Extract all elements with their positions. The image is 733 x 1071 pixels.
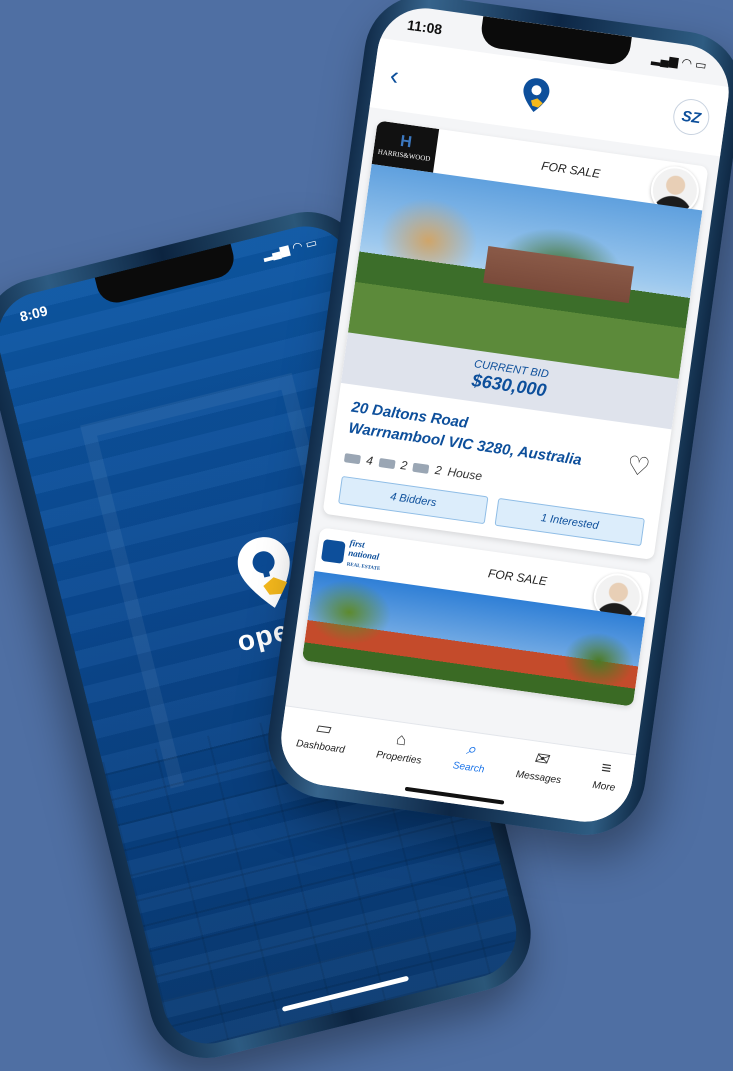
car-icon bbox=[412, 462, 430, 474]
agency-logo-mark: H bbox=[399, 132, 413, 152]
openn-pin-icon bbox=[523, 78, 550, 113]
tab-label: More bbox=[591, 779, 616, 794]
agency-name-line-3: REAL ESTATE bbox=[346, 561, 381, 572]
listing-card[interactable]: first national REAL ESTATE FOR SALE bbox=[301, 527, 652, 707]
monitor-icon: ▭ bbox=[313, 717, 333, 739]
agency-name: first national REAL ESTATE bbox=[346, 537, 384, 574]
listings-screen: 11:08 ▂▄▆ ◠ ▭ ‹ SZ H HARRIS&WOOD FOR SAL… bbox=[275, 2, 733, 828]
tab-messages[interactable]: ✉ Messages bbox=[515, 747, 565, 786]
bed-icon bbox=[343, 452, 362, 464]
user-avatar[interactable]: SZ bbox=[670, 96, 712, 138]
property-type: House bbox=[446, 464, 483, 484]
menu-icon: ≡ bbox=[600, 757, 613, 779]
interested-button[interactable]: 1 Interested bbox=[494, 497, 645, 547]
bath-icon bbox=[378, 457, 396, 469]
house-roof bbox=[483, 245, 634, 304]
envelope-icon: ✉ bbox=[532, 748, 550, 770]
tab-label: Dashboard bbox=[295, 738, 346, 756]
tab-properties[interactable]: ⌂ Properties bbox=[375, 728, 425, 767]
status-time: 8:09 bbox=[18, 302, 50, 325]
home-indicator bbox=[404, 786, 505, 805]
search-icon: ⌕ bbox=[465, 738, 478, 760]
listing-feed[interactable]: H HARRIS&WOOD FOR SALE CURRENT BID $630,… bbox=[285, 111, 719, 754]
tab-label: Properties bbox=[375, 749, 423, 767]
tab-label: Search bbox=[452, 760, 486, 776]
tab-dashboard[interactable]: ▭ Dashboard bbox=[295, 716, 348, 756]
agency-name-line-2: national bbox=[347, 547, 380, 562]
tab-search[interactable]: ⌕ Search bbox=[452, 738, 488, 776]
cars-count: 2 bbox=[434, 462, 443, 478]
listing-card[interactable]: H HARRIS&WOOD FOR SALE CURRENT BID $630,… bbox=[322, 120, 709, 561]
status-time: 11:08 bbox=[406, 16, 444, 38]
chevron-left-icon[interactable]: ‹ bbox=[388, 60, 401, 91]
bidders-button[interactable]: 4 Bidders bbox=[338, 475, 489, 525]
status-icons: ▂▄▆ ◠ ▭ bbox=[261, 235, 319, 263]
favorite-heart-icon[interactable]: ♡ bbox=[625, 450, 652, 484]
listings-phone: 11:08 ▂▄▆ ◠ ▭ ‹ SZ H HARRIS&WOOD FOR SAL… bbox=[260, 0, 733, 843]
tab-label: Messages bbox=[515, 769, 562, 787]
tab-more[interactable]: ≡ More bbox=[592, 758, 619, 794]
status-icons: ▂▄▆ ◠ ▭ bbox=[650, 51, 708, 73]
first-national-mark-icon bbox=[320, 539, 346, 564]
baths-count: 2 bbox=[399, 458, 409, 473]
beds-count: 4 bbox=[365, 453, 374, 469]
house-icon: ⌂ bbox=[394, 729, 408, 750]
phone-notch bbox=[94, 243, 238, 307]
